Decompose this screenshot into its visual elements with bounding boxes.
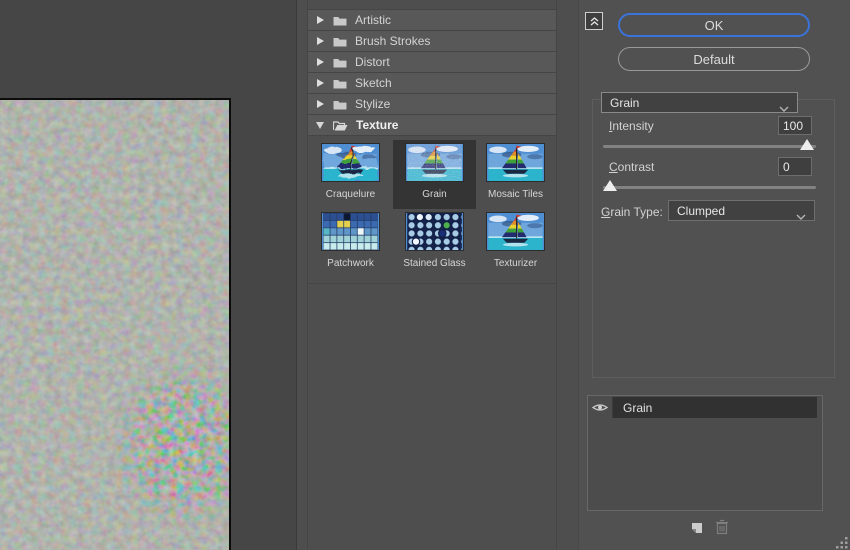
list-separator <box>308 283 556 284</box>
intensity-label: Intensity <box>609 119 654 133</box>
default-button[interactable]: Default <box>618 47 810 71</box>
category-label: Sketch <box>355 76 392 90</box>
grain-noise-preview <box>0 100 229 550</box>
triangle-collapsed-icon <box>317 58 324 66</box>
eye-icon <box>592 404 608 411</box>
thumb-label: Craquelure <box>325 189 376 200</box>
filter-category-list: Artistic Brush Strokes Distort Sketch St… <box>307 0 557 550</box>
intensity-slider-thumb[interactable] <box>800 139 814 150</box>
thumb-label: Mosaic Tiles <box>487 189 543 200</box>
category-rows: Artistic Brush Strokes Distort Sketch St… <box>308 9 556 136</box>
filter-thumb-stained-glass[interactable]: Stained Glass <box>393 209 476 278</box>
category-label: Texture <box>356 118 399 132</box>
filter-thumb-patchwork[interactable]: Patchwork <box>309 209 392 278</box>
category-label: Artistic <box>355 13 391 27</box>
panel-divider <box>578 0 579 550</box>
visibility-toggle[interactable] <box>588 397 613 418</box>
new-effect-layer-icon <box>692 523 702 533</box>
intensity-slider-track[interactable] <box>603 145 816 148</box>
preview-pane <box>0 0 297 550</box>
effect-layer-name: Grain <box>613 397 817 418</box>
mosaic-tiles-thumbnail-image <box>486 143 545 182</box>
filter-thumb-texturizer[interactable]: Texturizer <box>474 209 557 278</box>
trash-icon <box>716 519 728 535</box>
preview-image[interactable] <box>0 98 231 550</box>
chevron-down-icon <box>796 209 806 223</box>
ok-button-label: OK <box>704 17 724 33</box>
double-chevron-up-icon <box>590 16 598 26</box>
triangle-expanded-icon <box>316 121 324 129</box>
resize-grip-icon[interactable] <box>836 537 848 550</box>
filter-select-value: Grain <box>610 95 640 110</box>
craquelure-thumbnail-image <box>321 143 380 182</box>
triangle-collapsed-icon <box>317 16 324 24</box>
thumb-label: Texturizer <box>493 258 538 269</box>
triangle-collapsed-icon <box>317 79 324 87</box>
effect-layer-row[interactable]: Grain <box>588 397 822 418</box>
filter-select[interactable]: Grain <box>601 92 798 113</box>
contrast-slider-track[interactable] <box>603 186 816 189</box>
folder-icon <box>333 78 347 89</box>
filter-settings-group <box>592 99 835 378</box>
folder-icon <box>333 36 347 47</box>
category-label: Brush Strokes <box>355 34 431 48</box>
category-artistic[interactable]: Artistic <box>308 10 556 31</box>
folder-icon <box>333 15 347 26</box>
patchwork-thumbnail-image <box>321 212 380 251</box>
category-brush-strokes[interactable]: Brush Strokes <box>308 31 556 52</box>
intensity-value-input[interactable] <box>778 116 812 135</box>
category-distort[interactable]: Distort <box>308 52 556 73</box>
grain-type-value: Clumped <box>677 203 726 218</box>
filter-thumb-craquelure[interactable]: Craquelure <box>309 140 392 209</box>
chevron-down-icon <box>779 101 789 115</box>
grain-type-label: Grain Type: <box>601 205 663 219</box>
thumb-label: Patchwork <box>327 258 374 269</box>
contrast-value-input[interactable] <box>778 157 812 176</box>
delete-effect-layer-button[interactable] <box>715 519 729 538</box>
thumb-label: Stained Glass <box>403 258 466 269</box>
category-stylize[interactable]: Stylize <box>308 94 556 115</box>
new-effect-layer-button[interactable] <box>688 520 704 539</box>
grain-type-select[interactable]: Clumped <box>668 200 815 221</box>
stained-glass-thumbnail-image <box>405 212 464 251</box>
folder-open-icon <box>333 120 348 131</box>
default-button-label: Default <box>693 51 735 67</box>
contrast-slider-thumb[interactable] <box>603 180 617 191</box>
texturizer-thumbnail-image <box>486 212 545 251</box>
contrast-label: Contrast <box>609 160 655 174</box>
folder-icon <box>333 57 347 68</box>
ok-button[interactable]: OK <box>618 13 810 37</box>
triangle-collapsed-icon <box>317 37 324 45</box>
grain-thumbnail-image <box>405 143 464 182</box>
collapse-panel-button[interactable] <box>585 12 603 30</box>
effect-layers-list: Grain <box>587 395 823 511</box>
folder-icon <box>333 99 347 110</box>
thumb-label: Grain <box>422 189 447 200</box>
category-label: Distort <box>355 55 390 69</box>
filter-thumb-mosaic-tiles[interactable]: Mosaic Tiles <box>474 140 557 209</box>
triangle-collapsed-icon <box>317 100 324 108</box>
category-label: Stylize <box>355 97 391 111</box>
category-sketch[interactable]: Sketch <box>308 73 556 94</box>
filter-gallery-dialog: Artistic Brush Strokes Distort Sketch St… <box>0 0 850 550</box>
filter-thumb-grain[interactable]: Grain <box>393 140 476 209</box>
category-texture[interactable]: Texture <box>308 115 556 136</box>
filter-browser-panel: Artistic Brush Strokes Distort Sketch St… <box>297 0 579 550</box>
